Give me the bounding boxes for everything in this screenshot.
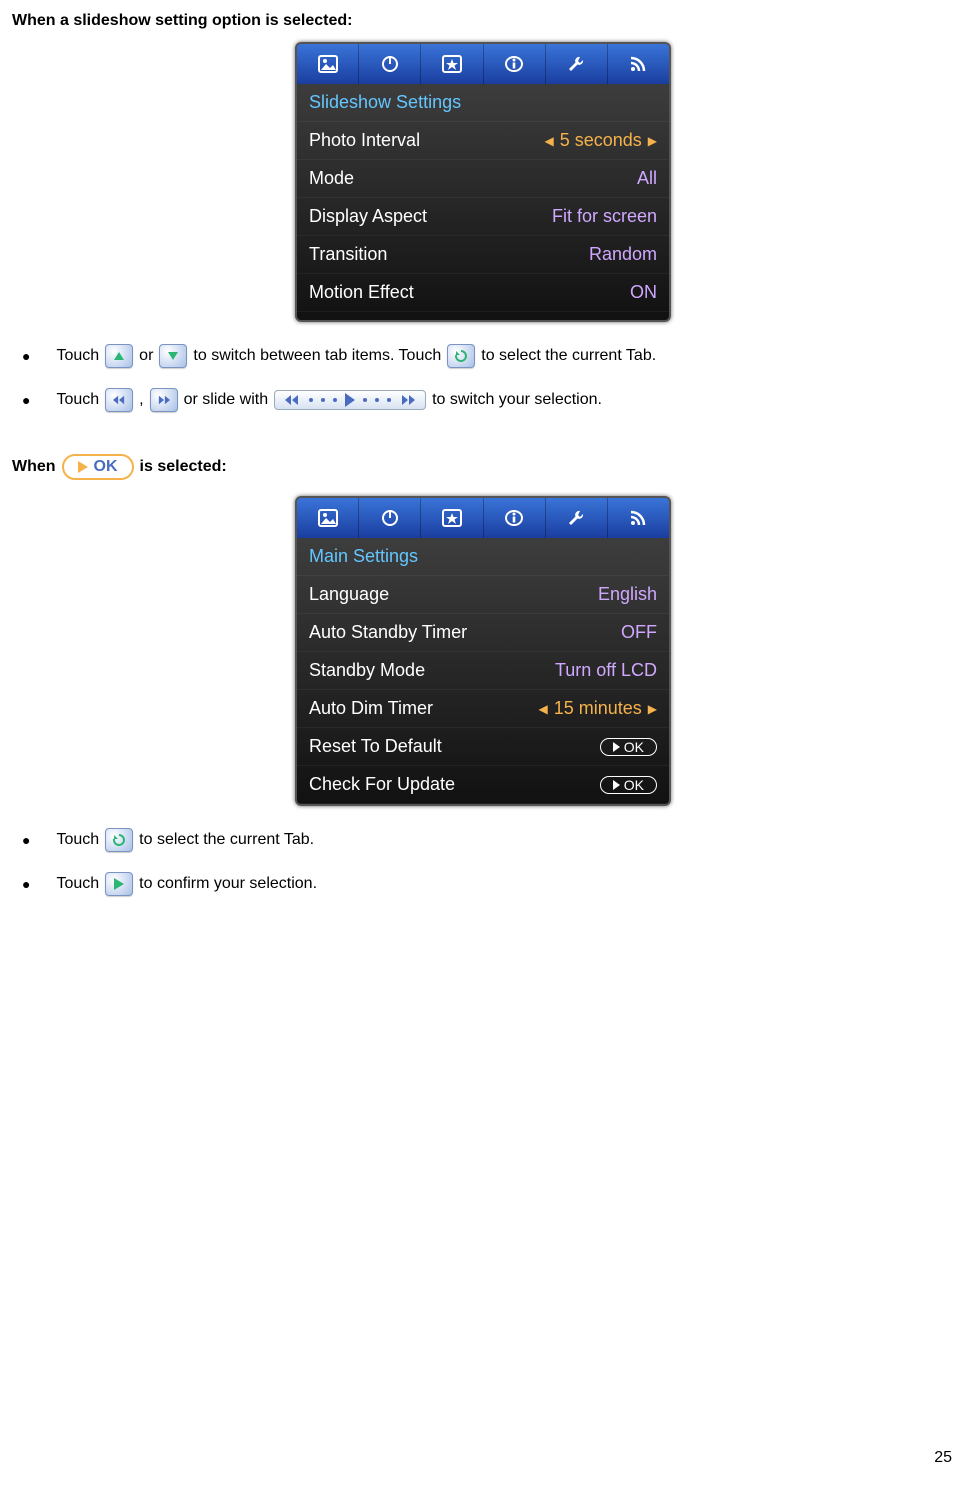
down-triangle-icon	[159, 344, 187, 368]
instruction-item: Touch to select the current Tab.	[22, 826, 954, 854]
section-heading-1: When a slideshow setting option is selec…	[12, 12, 954, 30]
tab-wrench-icon	[546, 498, 608, 538]
tab-wrench-icon	[546, 44, 608, 84]
ok-pill: OK	[600, 738, 657, 756]
setting-row: Auto Dim Timer ◀15 minutes▶	[297, 690, 669, 728]
tab-photo-icon	[297, 498, 359, 538]
setting-row: Display AspectFit for screen	[297, 198, 669, 236]
arrow-right-icon: ▶	[648, 702, 657, 716]
page-number: 25	[934, 1449, 952, 1467]
setting-value: ◀5 seconds▶	[544, 130, 657, 151]
tab-info-icon	[484, 498, 546, 538]
setting-row: Standby ModeTurn off LCD	[297, 652, 669, 690]
arrow-left-icon: ◀	[544, 134, 553, 148]
setting-row: Motion EffectON	[297, 274, 669, 312]
setting-row: ModeAll	[297, 160, 669, 198]
tab-photo-icon	[297, 44, 359, 84]
instruction-list-2: Touch to select the current Tab. Touch t…	[12, 826, 954, 898]
tab-star-icon	[421, 498, 483, 538]
rotate-icon	[105, 828, 133, 852]
slide-gesture-icon	[274, 390, 426, 410]
tab-rss-icon	[608, 44, 669, 84]
instruction-item: Touch , or slide with to switch your sel…	[22, 386, 954, 414]
setting-row: Check For UpdateOK	[297, 766, 669, 804]
tab-star-icon	[421, 44, 483, 84]
instruction-item: Touch to confirm your selection.	[22, 870, 954, 898]
up-triangle-icon	[105, 344, 133, 368]
setting-row: LanguageEnglish	[297, 576, 669, 614]
setting-label: Photo Interval	[309, 130, 420, 151]
tab-power-icon	[359, 498, 421, 538]
ok-pill: OK	[600, 776, 657, 794]
double-right-icon	[150, 388, 178, 412]
device-screenshot-main: Main Settings LanguageEnglish Auto Stand…	[295, 496, 671, 806]
tab-bar	[297, 44, 669, 84]
settings-header: Slideshow Settings	[297, 84, 669, 122]
ok-badge-icon: OK	[62, 454, 134, 480]
setting-row: Reset To DefaultOK	[297, 728, 669, 766]
setting-row: TransitionRandom	[297, 236, 669, 274]
arrow-right-icon: ▶	[648, 134, 657, 148]
device-screenshot-slideshow: Slideshow Settings Photo Interval ◀5 sec…	[295, 42, 671, 322]
section-heading-2: When OK is selected:	[12, 454, 954, 480]
setting-row: Photo Interval ◀5 seconds▶	[297, 122, 669, 160]
rotate-icon	[447, 344, 475, 368]
arrow-left-icon: ◀	[538, 702, 547, 716]
tab-info-icon	[484, 44, 546, 84]
play-icon	[105, 872, 133, 896]
instruction-item: Touch or to switch between tab items. To…	[22, 342, 954, 370]
setting-row: Auto Standby TimerOFF	[297, 614, 669, 652]
double-left-icon	[105, 388, 133, 412]
tab-power-icon	[359, 44, 421, 84]
tab-bar	[297, 498, 669, 538]
settings-header: Main Settings	[297, 538, 669, 576]
instruction-list-1: Touch or to switch between tab items. To…	[12, 342, 954, 414]
tab-rss-icon	[608, 498, 669, 538]
